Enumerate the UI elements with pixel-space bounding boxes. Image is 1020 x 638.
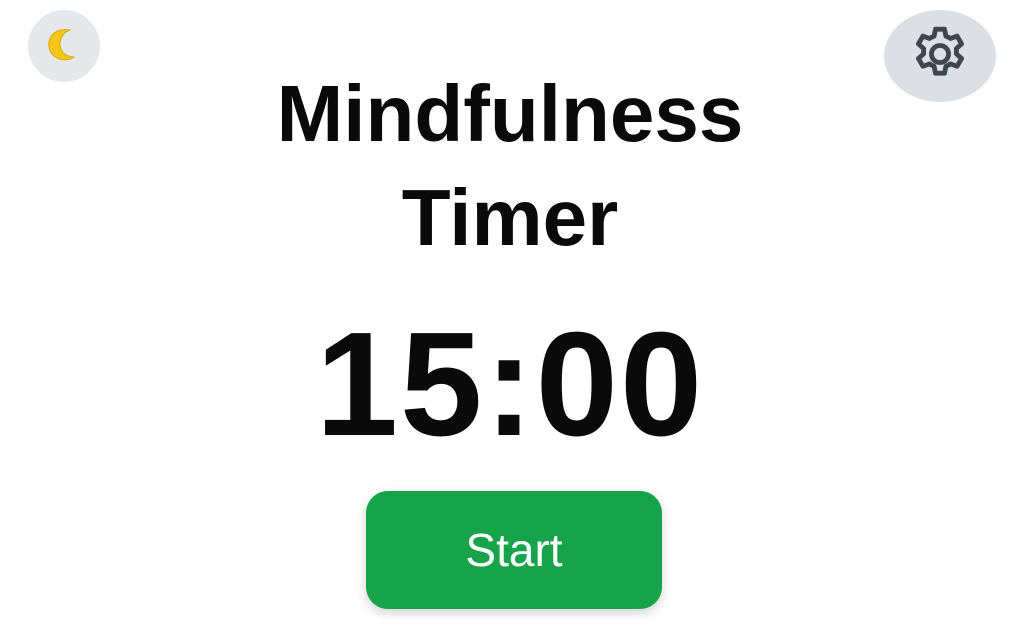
start-button[interactable]: Start [366, 491, 662, 609]
title-line-2: Timer [401, 173, 619, 262]
title-line-1: Mindfulness [276, 69, 744, 158]
timer-display: 15:00 [315, 302, 705, 467]
timer-app: Mindfulness Timer 15:00 Start [0, 0, 1020, 638]
page-title: Mindfulness Timer [0, 62, 1020, 270]
start-button-label: Start [465, 524, 563, 576]
